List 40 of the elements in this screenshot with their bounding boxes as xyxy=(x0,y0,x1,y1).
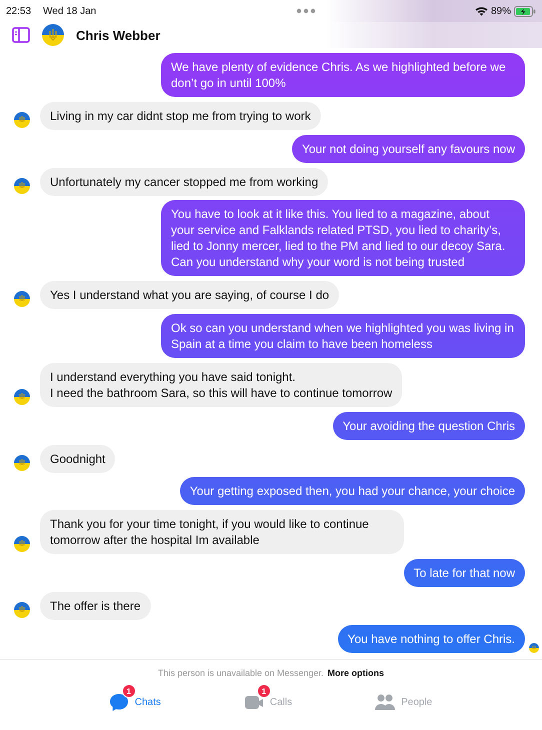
received-message: The offer is there xyxy=(40,592,150,620)
sender-avatar xyxy=(14,602,30,618)
sent-message: Your getting exposed then, you had your chance, your choice xyxy=(180,477,525,506)
sender-avatar xyxy=(14,112,30,128)
tab-calls[interactable]: 1 Calls xyxy=(242,684,294,712)
sender-avatar xyxy=(14,178,30,194)
received-message: Yes I understand what you are saying, of course I do xyxy=(40,281,340,310)
battery-icon xyxy=(514,6,536,16)
status-date: Wed 18 Jan xyxy=(43,6,96,16)
sent-message: To late for that now xyxy=(404,559,525,588)
received-message: Unfortunately my cancer stopped me from working xyxy=(40,168,328,196)
sender-avatar xyxy=(14,454,30,471)
sender-avatar xyxy=(14,291,30,308)
sent-message: You have nothing to offer Chris. xyxy=(338,624,525,653)
unread-badge: 1 xyxy=(256,684,271,698)
sender-avatar xyxy=(14,536,30,552)
received-message: Living in my car didnt stop me from trying to work xyxy=(40,102,321,130)
sent-message: We have plenty of evidence Chris. As we highlighted before we don’t go in until 100% xyxy=(161,53,525,97)
status-time: 22:53 xyxy=(6,6,32,16)
unread-badge: 1 xyxy=(122,684,136,698)
sent-message: You have to look at it like this. You lied to a magazine, about your service and Falklands related PTSD, you lied to charity’s, lied to Jonny mercer, lied to the PM and lied to our decoy Sara. Can you understand why your word is not being trusted xyxy=(161,200,525,276)
more-dots-icon[interactable] xyxy=(296,8,316,14)
sent-message: Your not doing yourself any favours now xyxy=(292,134,525,163)
contact-name[interactable]: Chris Webber xyxy=(76,28,160,42)
sent-message: Your avoiding the question Chris xyxy=(332,412,525,440)
sent-message: Ok so can you understand when we highlighted you was living in Spain at a time you claim to have been homeless xyxy=(161,314,525,358)
tab-people[interactable]: People xyxy=(374,684,434,712)
unavailable-notice: This person is unavailable on Messenger. xyxy=(158,668,324,678)
chat-bubble-icon xyxy=(108,692,130,712)
tab-chats[interactable]: 1 Chats xyxy=(108,684,163,712)
received-message: Goodnight xyxy=(40,444,116,473)
people-icon xyxy=(374,692,396,712)
more-options-link[interactable]: More options xyxy=(328,668,384,678)
battery-percent: 89% xyxy=(490,6,511,16)
wifi-icon xyxy=(474,6,488,16)
received-message: Thank you for your time tonight, if you would like to continue tomorrow after the hospital Im available xyxy=(40,510,404,554)
received-message: I understand everything you have said tonight. I need the bathroom Sara, so this will have to continue tomorrow xyxy=(40,362,402,407)
contact-avatar[interactable] xyxy=(42,24,64,46)
sidebar-icon[interactable] xyxy=(12,27,30,43)
sender-avatar xyxy=(14,388,30,405)
